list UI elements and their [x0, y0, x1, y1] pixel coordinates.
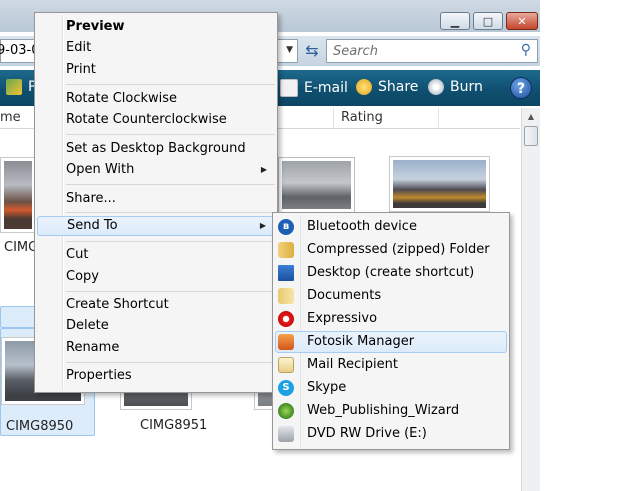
email-button[interactable]: E-mail	[280, 79, 348, 97]
minimize-button[interactable]: ▁	[440, 12, 470, 30]
file-thumbnail[interactable]	[389, 156, 490, 212]
menu-item-properties[interactable]: Properties	[37, 366, 275, 386]
refresh-icon[interactable]: ⇆	[300, 39, 324, 63]
menu-item-open-with[interactable]: Open With ▶	[37, 160, 275, 180]
submenu-arrow-icon: ▶	[259, 221, 266, 230]
web-wizard-icon	[278, 403, 294, 419]
windows-photo-icon	[6, 79, 22, 95]
menu-item-cut[interactable]: Cut	[37, 245, 275, 265]
expressivo-icon	[278, 311, 294, 327]
file-name-label[interactable]: CIMG8950	[6, 419, 73, 434]
send-to-skype[interactable]: S Skype	[275, 377, 507, 399]
menu-item-rotate-clockwise[interactable]: Rotate Clockwise	[37, 89, 275, 109]
file-thumbnail[interactable]	[278, 157, 355, 213]
send-to-expressivo[interactable]: Expressivo	[275, 308, 507, 330]
context-menu: Preview Edit Print Rotate Clockwise Rota…	[34, 12, 278, 393]
send-to-compressed-folder[interactable]: Compressed (zipped) Folder	[275, 239, 507, 261]
help-button[interactable]: ?	[510, 77, 532, 99]
burn-button[interactable]: Burn	[428, 79, 483, 95]
file-thumbnail[interactable]	[0, 157, 36, 233]
menu-item-print[interactable]: Print	[37, 60, 275, 80]
send-to-web-publishing-wizard[interactable]: Web_Publishing_Wizard	[275, 400, 507, 422]
menu-item-set-desktop-background[interactable]: Set as Desktop Background	[37, 139, 275, 159]
menu-separator	[66, 362, 275, 363]
menu-item-copy[interactable]: Copy	[37, 267, 275, 287]
menu-item-rotate-counterclockwise[interactable]: Rotate Counterclockwise	[37, 110, 275, 130]
send-to-submenu: ʙ Bluetooth device Compressed (zipped) F…	[272, 212, 510, 450]
desktop-icon	[278, 265, 294, 281]
dvd-drive-icon	[278, 426, 294, 442]
file-name-label[interactable]: CIMG8951	[140, 418, 207, 433]
send-to-mail-recipient[interactable]: Mail Recipient	[275, 354, 507, 376]
menu-item-rename[interactable]: Rename	[37, 338, 275, 358]
scroll-up-icon[interactable]: ▲	[524, 110, 538, 124]
column-divider[interactable]	[333, 108, 334, 128]
menu-separator	[66, 291, 275, 292]
column-name[interactable]: me	[0, 110, 21, 125]
column-rating[interactable]: Rating	[341, 110, 383, 125]
toolbar-partial-button[interactable]: P	[6, 79, 36, 95]
column-divider[interactable]	[438, 108, 439, 128]
search-placeholder: Search	[333, 44, 378, 59]
menu-separator	[66, 84, 275, 85]
close-button[interactable]: ✕	[506, 12, 538, 30]
vertical-scrollbar[interactable]: ▲	[521, 108, 540, 491]
menu-item-share[interactable]: Share...	[37, 189, 275, 209]
selected-file-tile[interactable]	[0, 306, 36, 328]
zip-folder-icon	[278, 242, 294, 258]
search-input[interactable]: Search ⚲	[326, 39, 538, 63]
menu-separator	[66, 241, 275, 242]
menu-item-edit[interactable]: Edit	[37, 38, 275, 58]
menu-separator	[66, 212, 275, 213]
fotosik-icon	[278, 334, 294, 350]
chevron-down-icon[interactable]: ▼	[286, 45, 293, 55]
send-to-desktop[interactable]: Desktop (create shortcut)	[275, 262, 507, 284]
menu-separator	[66, 184, 275, 185]
email-icon	[280, 79, 298, 97]
menu-item-delete[interactable]: Delete	[37, 316, 275, 336]
send-to-dvd-drive[interactable]: DVD RW Drive (E:)	[275, 423, 507, 445]
menu-item-create-shortcut[interactable]: Create Shortcut	[37, 295, 275, 315]
share-icon	[356, 79, 372, 95]
menu-item-send-to[interactable]: Send To ▶	[37, 216, 275, 236]
skype-icon: S	[278, 380, 294, 396]
send-to-bluetooth[interactable]: ʙ Bluetooth device	[275, 216, 507, 238]
bluetooth-icon: ʙ	[278, 219, 294, 235]
send-to-fotosik-manager[interactable]: Fotosik Manager	[275, 331, 507, 353]
scroll-thumb[interactable]	[524, 126, 538, 146]
menu-separator	[66, 134, 275, 135]
maximize-button[interactable]: □	[473, 12, 503, 30]
disc-icon	[428, 79, 444, 95]
submenu-arrow-icon: ▶	[260, 165, 267, 174]
search-icon[interactable]: ⚲	[521, 42, 531, 58]
documents-folder-icon	[278, 288, 294, 304]
send-to-documents[interactable]: Documents	[275, 285, 507, 307]
menu-item-preview[interactable]: Preview	[37, 17, 275, 37]
mail-icon	[278, 357, 294, 373]
share-button[interactable]: Share	[356, 79, 418, 95]
